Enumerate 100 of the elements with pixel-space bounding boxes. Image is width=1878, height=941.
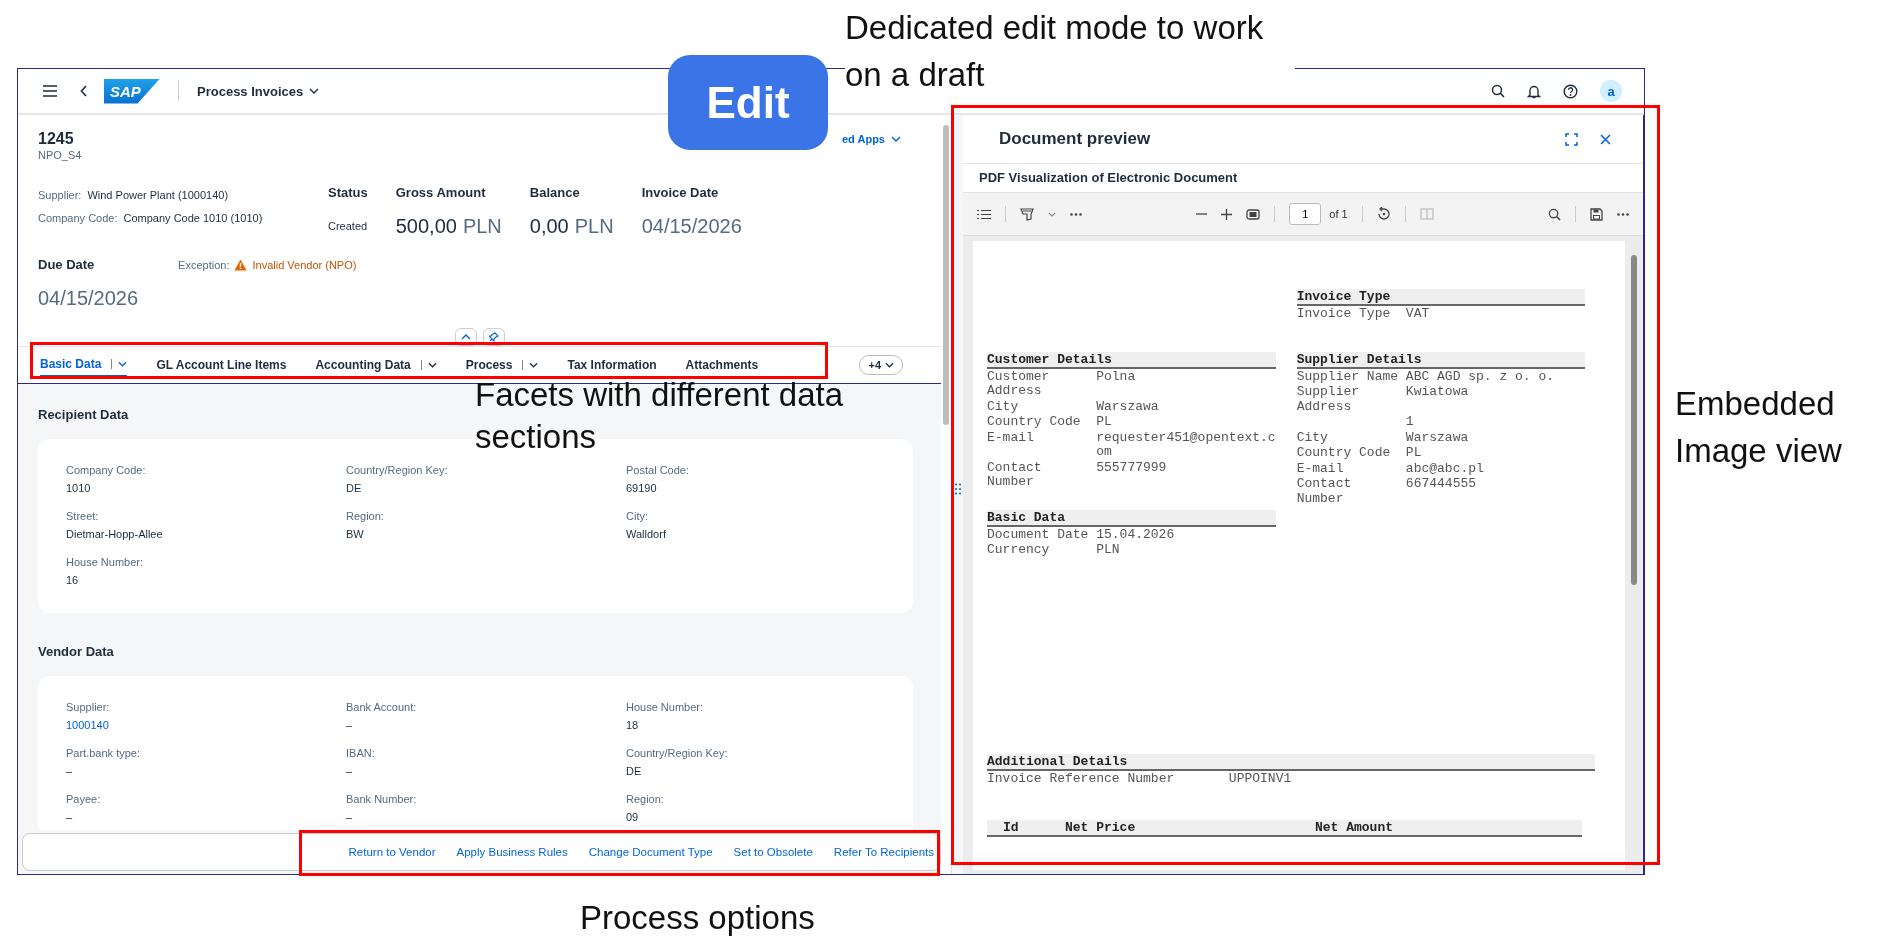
back-icon[interactable] bbox=[80, 85, 88, 97]
field-value: Walldorf bbox=[626, 527, 667, 542]
app-title-menu[interactable]: Process Invoices bbox=[197, 83, 320, 99]
document-field-value: PLN bbox=[1096, 543, 1121, 558]
field-label: Bank Account: bbox=[346, 700, 418, 715]
field-value: 1010 bbox=[66, 481, 92, 496]
search-icon[interactable] bbox=[1491, 84, 1505, 98]
chevron-down-icon bbox=[891, 136, 901, 142]
section-tab[interactable]: Basic Data bbox=[40, 353, 128, 377]
pin-icon bbox=[488, 332, 499, 342]
page-number-field[interactable]: 1 bbox=[1289, 203, 1322, 225]
currency-unit: PLN bbox=[574, 215, 614, 237]
document-field-value: Polna bbox=[1096, 369, 1137, 386]
document-field-value: Warszawa bbox=[1405, 430, 1470, 445]
document-field-value: 1 bbox=[1405, 415, 1415, 430]
highlighter-icon[interactable] bbox=[1020, 207, 1034, 221]
field-value: DE bbox=[346, 481, 363, 496]
field-label: Country/Region Key: bbox=[346, 463, 449, 478]
document-field-value: VAT bbox=[1405, 307, 1431, 322]
document-field-label: Supplier Address bbox=[1296, 385, 1361, 414]
related-apps-link[interactable]: ed Apps bbox=[842, 133, 901, 145]
action-button[interactable]: Refer To Recipients bbox=[833, 846, 934, 858]
amount-value: 0,00 bbox=[529, 215, 569, 237]
field-value: – bbox=[346, 718, 354, 733]
action-button[interactable]: Return to Vendor bbox=[348, 846, 436, 858]
list-icon[interactable] bbox=[977, 208, 991, 220]
menu-icon[interactable] bbox=[42, 84, 58, 98]
field-label: IBAN: bbox=[346, 746, 376, 761]
panel-title: Document preview bbox=[999, 129, 1151, 149]
document-field-label: Country Code bbox=[1296, 446, 1392, 461]
field-value: – bbox=[346, 810, 354, 825]
more-icon[interactable] bbox=[1070, 212, 1082, 216]
document-field-label: Currency bbox=[987, 543, 1051, 558]
section-tab[interactable]: GL Account Line Items bbox=[156, 354, 287, 376]
field-label: Supplier: bbox=[66, 700, 111, 715]
document-field-value: requester451@opentext.com bbox=[1096, 430, 1276, 460]
action-button[interactable]: Change Document Type bbox=[588, 846, 713, 858]
amount-value: 500,00 bbox=[395, 215, 457, 237]
document-field-label: Document Date bbox=[987, 527, 1090, 542]
field-label: Postal Code: bbox=[626, 463, 690, 478]
document-field-label: Supplier Name bbox=[1296, 369, 1400, 384]
rotate-icon[interactable] bbox=[1376, 207, 1391, 221]
document-field-label: Customer Address bbox=[987, 369, 1051, 399]
section-title: Vendor Data bbox=[38, 643, 115, 661]
chevron-up-icon bbox=[460, 334, 471, 340]
kpi-label: Gross Amount bbox=[395, 184, 487, 202]
document-field-label: Invoice Reference Number bbox=[987, 771, 1176, 786]
document-field-label: City bbox=[1296, 430, 1329, 445]
field-label: House Number: bbox=[626, 700, 705, 715]
document-field-label: Invoice Type bbox=[1296, 307, 1392, 322]
user-avatar[interactable]: a bbox=[1600, 80, 1622, 102]
section-tab[interactable]: Accounting Data bbox=[315, 354, 437, 376]
document-field-value: abc@abc.pl bbox=[1405, 461, 1485, 476]
date-value: 04/15/2026 bbox=[38, 286, 139, 310]
document-field-value: PL bbox=[1405, 446, 1423, 461]
section-tab[interactable]: Attachments bbox=[685, 354, 759, 376]
help-icon[interactable] bbox=[1563, 83, 1578, 99]
document-section-heading: Additional Details bbox=[987, 753, 1596, 771]
field-link[interactable]: 1000140 bbox=[66, 716, 109, 734]
action-button[interactable]: Apply Business Rules bbox=[456, 846, 568, 858]
fullscreen-icon[interactable] bbox=[1565, 132, 1578, 146]
document-section-heading: Invoice Type bbox=[1296, 289, 1586, 306]
section-tab[interactable]: Tax Information bbox=[567, 354, 657, 376]
document-field-value: Warszawa bbox=[1096, 399, 1160, 414]
field-label: Payee: bbox=[66, 792, 102, 807]
search-icon[interactable] bbox=[1548, 207, 1561, 221]
kpi-label: Balance bbox=[529, 184, 581, 202]
action-button[interactable]: Set to Obsolete bbox=[733, 846, 813, 858]
field-label: Part.bank type: bbox=[66, 746, 141, 761]
grip-icon[interactable] bbox=[954, 483, 961, 495]
document-field-label: City bbox=[987, 399, 1020, 414]
field-value: Dietmar-Hopp-Allee bbox=[66, 527, 164, 542]
attribute-value: Company Code 1010 (1010) bbox=[123, 211, 263, 226]
warning-icon bbox=[234, 259, 248, 271]
document-field-label: Contact Number bbox=[987, 460, 1043, 490]
attribute-label: Company Code: bbox=[38, 211, 118, 226]
field-label: Region: bbox=[346, 509, 385, 524]
annotation-text: Embedded Image view bbox=[1675, 384, 1843, 471]
more-icon[interactable] bbox=[1617, 212, 1629, 216]
document-field-value: Kwiatowa bbox=[1405, 385, 1470, 401]
field-value: 18 bbox=[626, 718, 640, 733]
annotation-text: Facets with different data sections bbox=[475, 375, 845, 457]
attribute-value: Wind Power Plant (1000140) bbox=[87, 188, 229, 203]
save-icon[interactable] bbox=[1590, 207, 1603, 221]
close-icon[interactable] bbox=[1600, 133, 1611, 145]
column-header: Net Price bbox=[1065, 820, 1137, 835]
fit-page-icon[interactable] bbox=[1246, 208, 1261, 220]
edit-button-callout: Edit bbox=[668, 55, 828, 150]
zoom-in-icon[interactable] bbox=[1221, 208, 1233, 220]
sap-logo[interactable]: SAP bbox=[104, 78, 160, 104]
chevron-down-icon[interactable] bbox=[1048, 211, 1056, 217]
kpi-label: Invoice Date bbox=[641, 184, 720, 202]
field-value: – bbox=[346, 764, 354, 779]
section-tab[interactable]: Process bbox=[465, 354, 539, 376]
field-label: House Number: bbox=[66, 555, 145, 570]
scrollbar[interactable] bbox=[943, 125, 949, 425]
document-section-heading: Supplier Details bbox=[1296, 351, 1586, 369]
field-value: BW bbox=[346, 527, 365, 542]
bell-icon[interactable] bbox=[1527, 83, 1541, 99]
document-field-value: ABC AGD sp. z o. o. bbox=[1405, 369, 1556, 384]
